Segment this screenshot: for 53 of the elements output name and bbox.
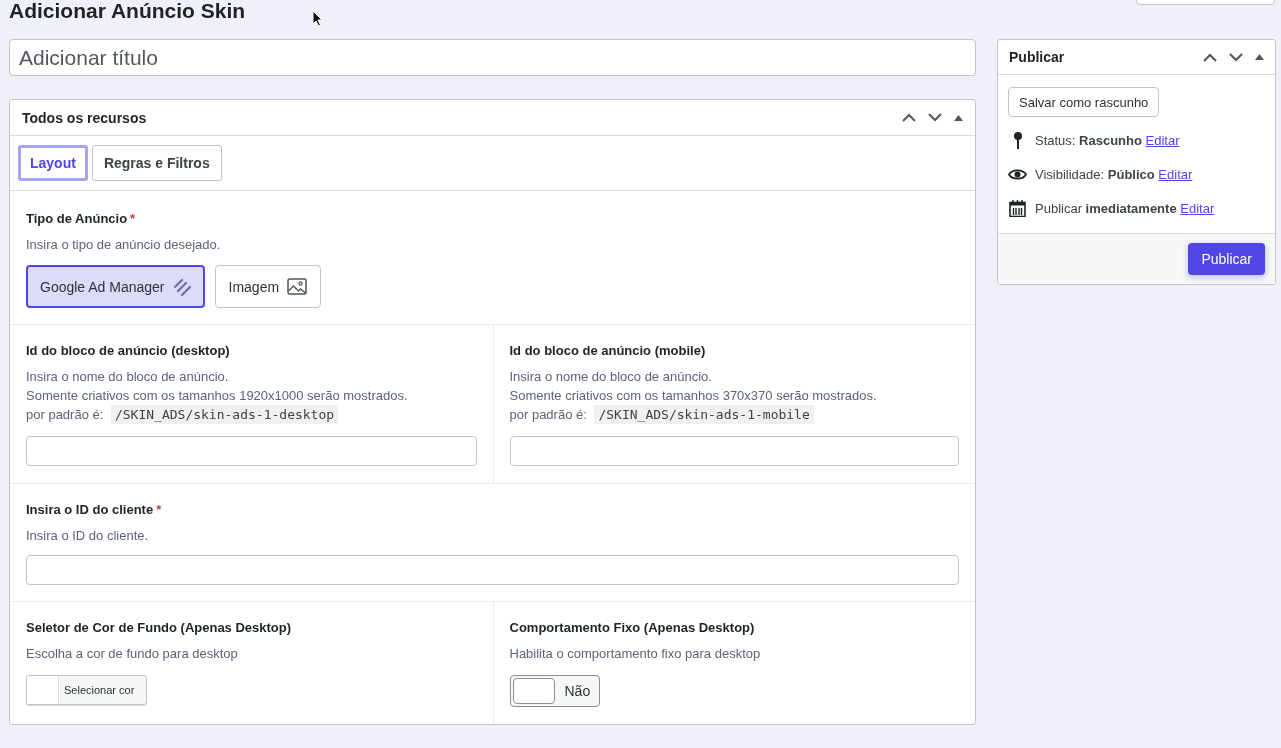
diagonal-stripes-icon <box>172 277 191 296</box>
field-label: Comportamento Fixo (Apenas Desktop) <box>509 620 755 635</box>
field-label: Id do bloco de anúncio (mobile) <box>509 343 706 358</box>
field-hint: Habilita o comportamento fixo para desktop <box>509 645 762 663</box>
field-hint: Insira o nome do bloco de anúncio. <box>509 368 713 386</box>
field-hint: Insira o tipo de anúncio desejado. <box>26 236 222 254</box>
required-asterisk: * <box>156 502 162 517</box>
chevron-up-icon[interactable] <box>1203 52 1217 62</box>
field-hint: Escolha a cor de fundo para desktop <box>26 645 239 663</box>
publish-button[interactable]: Publicar <box>1188 243 1265 275</box>
calendar-icon <box>1009 199 1026 217</box>
field-label: Insira o ID do cliente <box>26 502 154 517</box>
chevron-down-icon[interactable] <box>1229 52 1243 62</box>
default-label: por padrão é: <box>26 407 105 422</box>
edit-link[interactable]: Editar <box>1158 166 1193 182</box>
eye-icon <box>1008 167 1027 181</box>
field-hint: Somente criativos com os tamanhos 1920x1000 serão mostrados. <box>26 387 409 405</box>
default-value-code: /SKIN_ADS/skin-ads-1-mobile <box>594 405 814 424</box>
required-asterisk: * <box>130 211 136 226</box>
publish-info-text: Status: Rascunho Editar <box>1035 132 1180 148</box>
field-hint: Insira o ID do cliente. <box>26 527 150 545</box>
text-input-field[interactable] <box>509 436 959 466</box>
field-hint: Somente criativos com os tamanhos 370x370 serão mostrados. <box>509 387 878 405</box>
default-label: por padrão é: <box>509 407 588 422</box>
field-label: Seletor de Cor de Fundo (Apenas Desktop) <box>26 620 292 635</box>
text-input-field[interactable] <box>26 555 959 585</box>
title-input-field[interactable]: Adicionar título <box>9 39 976 76</box>
ad-type-option[interactable]: Imagem <box>214 265 322 308</box>
publish-info-text: Publicar imediatamente Editar <box>1035 200 1215 216</box>
image-icon <box>287 278 308 295</box>
tab[interactable]: Regras e Filtros <box>91 145 222 181</box>
chevron-down-icon[interactable] <box>928 113 942 122</box>
field-label: Tipo de Anúncio <box>26 211 128 226</box>
chevron-up-icon[interactable] <box>902 113 916 122</box>
panel-title: Todos os recursos <box>22 109 148 126</box>
field-hint: Insira o nome do bloco de anúncio. <box>26 368 230 386</box>
toggle-switch[interactable]: Não <box>509 675 600 707</box>
save-draft-button[interactable]: Salvar como rascunho <box>1008 87 1160 117</box>
box-title: Publicar <box>1009 49 1066 65</box>
text-input-field[interactable] <box>26 436 477 466</box>
mouse-pointer-icon <box>312 10 323 27</box>
page-title: Adicionar Anúncio Skin <box>9 0 246 24</box>
color-picker-button[interactable]: Selecionar cor <box>26 675 147 705</box>
default-value-code: /SKIN_ADS/skin-ads-1-desktop <box>110 405 339 424</box>
publish-info-text: Visibilidade: Público Editar <box>1035 166 1193 182</box>
tab[interactable]: Layout <box>18 145 88 181</box>
edit-link[interactable]: Editar <box>1180 200 1215 216</box>
ad-type-option[interactable]: Google Ad Manager <box>26 265 205 308</box>
field-label: Id do bloco de anúncio (desktop) <box>26 343 230 358</box>
collapse-triangle-icon[interactable] <box>1255 54 1264 60</box>
edit-link[interactable]: Editar <box>1145 132 1180 148</box>
pin-icon <box>1012 131 1023 149</box>
collapse-triangle-icon[interactable] <box>954 114 963 121</box>
